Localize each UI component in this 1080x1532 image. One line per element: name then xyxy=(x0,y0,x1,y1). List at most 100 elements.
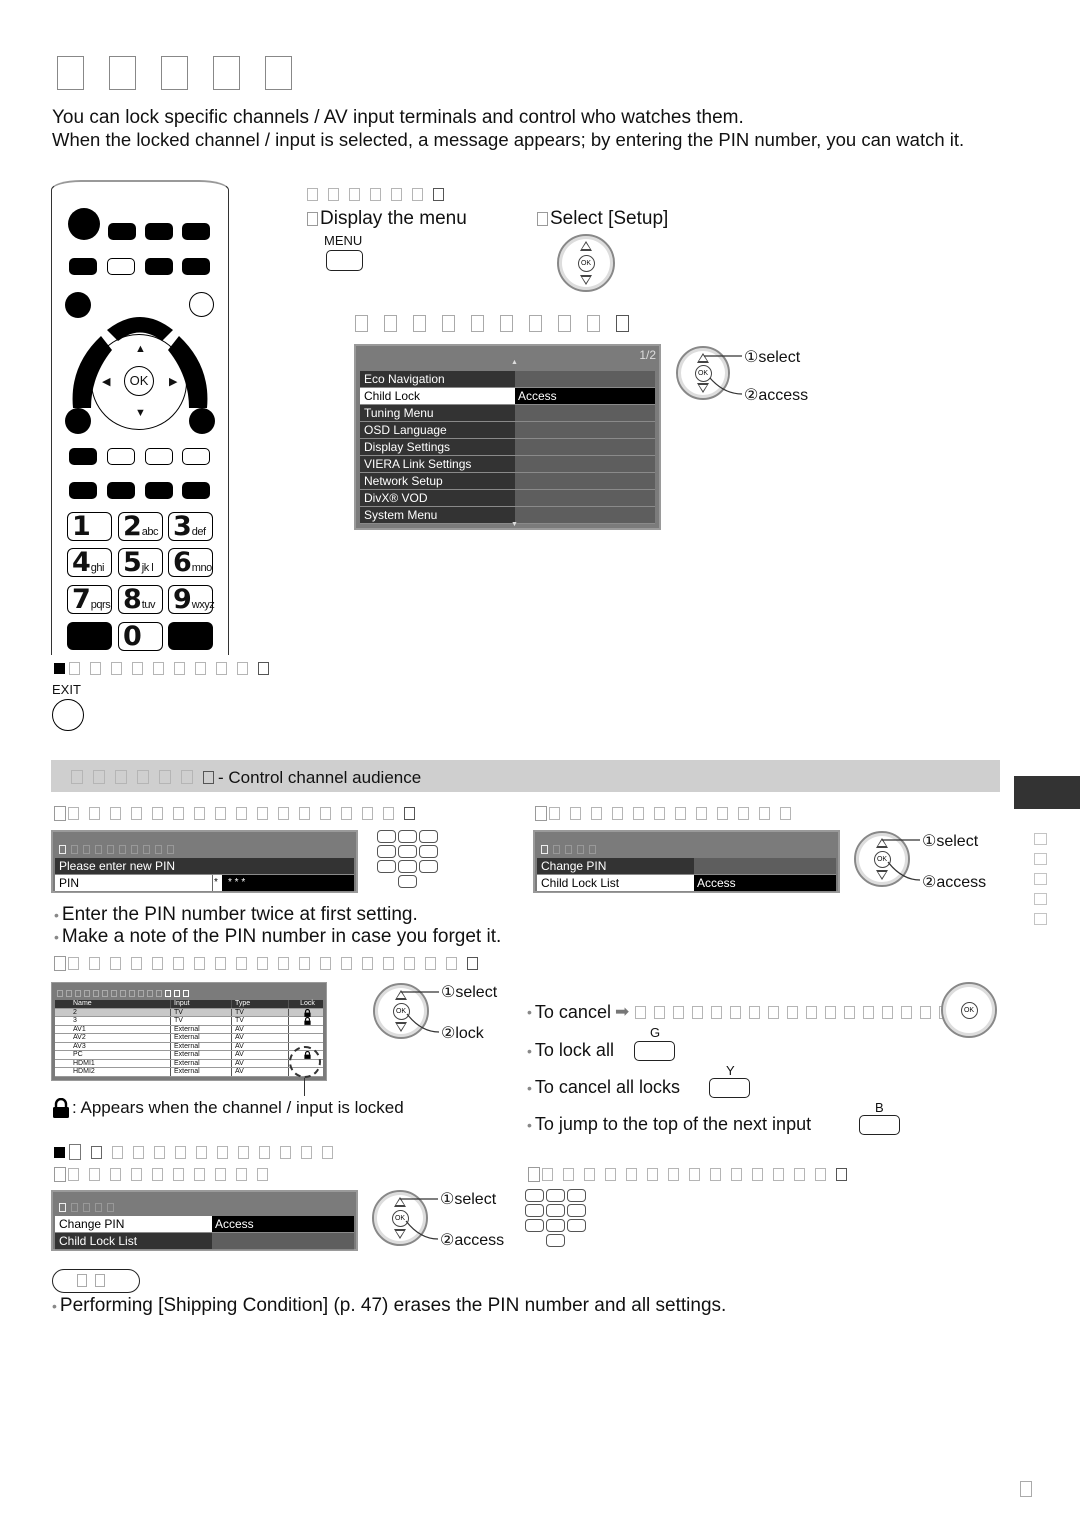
callout-access: ②access xyxy=(440,1232,505,1249)
menu-item-eco-navigation[interactable]: Eco Navigation xyxy=(360,371,655,388)
scroll-up-icon[interactable]: ▲ xyxy=(511,359,518,366)
blue-button-icon[interactable] xyxy=(859,1115,900,1135)
remote-key[interactable] xyxy=(182,223,210,240)
remote-key[interactable] xyxy=(108,223,136,240)
cell-type: TV xyxy=(231,1017,288,1025)
square-bullet-icon xyxy=(54,663,65,674)
remote-key[interactable] xyxy=(145,223,173,240)
number-key-2[interactable]: 2abc xyxy=(118,512,163,541)
padlock-icon[interactable] xyxy=(288,1008,323,1017)
pin-digits-remaining[interactable]: * * * xyxy=(222,875,354,891)
yellow-key[interactable] xyxy=(145,448,173,465)
cell-name: 3 xyxy=(73,1017,77,1024)
remote-key[interactable] xyxy=(182,258,210,275)
blue-key[interactable] xyxy=(182,448,210,465)
remote-key[interactable] xyxy=(182,482,210,499)
remote-key[interactable] xyxy=(145,482,173,499)
green-button-icon[interactable] xyxy=(634,1041,675,1061)
arrow-down-icon[interactable]: ▼ xyxy=(135,407,146,419)
lock-cell[interactable] xyxy=(288,1025,323,1033)
menu-item-divx-vod[interactable]: DivX® VOD xyxy=(360,490,655,507)
number-key-1[interactable]: 1 xyxy=(67,512,112,541)
remote-key[interactable] xyxy=(69,482,97,499)
menu-item-network-setup[interactable]: Network Setup xyxy=(360,473,655,490)
ok-wheel-icon[interactable]: OK xyxy=(941,982,997,1038)
green-key[interactable] xyxy=(107,448,135,465)
table-row[interactable]: 3 TV TV xyxy=(55,1016,323,1026)
cell-name: AV1 xyxy=(73,1025,86,1033)
remote-key[interactable] xyxy=(67,622,112,650)
scroll-down-icon[interactable]: ▼ xyxy=(511,521,518,528)
round-button[interactable] xyxy=(65,408,91,434)
remote-key[interactable] xyxy=(69,258,97,275)
dpad[interactable]: ▲ ▼ ◀ ▶ OK xyxy=(91,334,187,430)
child-lock-menu: Change PIN Child Lock List Access xyxy=(533,830,840,893)
pin-input-row[interactable]: PIN * * * * xyxy=(55,875,354,892)
red-key[interactable] xyxy=(69,448,97,465)
power-button[interactable] xyxy=(68,208,100,240)
cell-name: 2 xyxy=(73,1008,77,1016)
change-pin-step-1-heading xyxy=(54,1167,278,1182)
table-row[interactable]: AV3 External AV xyxy=(55,1042,323,1051)
note-pin-twice: • Enter the PIN number twice at first set… xyxy=(54,904,418,925)
table-header: Name Input Type Lock xyxy=(55,1000,323,1009)
menu-key[interactable] xyxy=(107,258,135,275)
yellow-button-icon[interactable] xyxy=(709,1078,750,1098)
lock-cell[interactable] xyxy=(288,1034,323,1042)
to-lock-all-line: • To lock all xyxy=(527,1040,614,1060)
menu-item-display-settings[interactable]: Display Settings xyxy=(360,439,655,456)
table-row[interactable]: HDMI2 External AV xyxy=(55,1068,323,1077)
to-jump-line: • To jump to the top of the next input xyxy=(527,1114,812,1134)
title-glyph xyxy=(57,56,84,90)
remote-key[interactable] xyxy=(145,258,173,275)
menu-item-viera-link-settings[interactable]: VIERA Link Settings xyxy=(360,456,655,473)
number-key-0[interactable]: 0 xyxy=(118,622,163,651)
callout-select: ①select xyxy=(922,833,979,850)
menu-button-icon[interactable] xyxy=(326,250,363,271)
table-row[interactable]: 2 TV TV xyxy=(55,1008,323,1017)
round-button[interactable] xyxy=(189,408,215,434)
green-key-label: G xyxy=(650,1025,661,1040)
sidebar-tab[interactable] xyxy=(1014,776,1080,809)
table-row[interactable]: AV2 External AV xyxy=(55,1034,323,1043)
cell-type: TV xyxy=(231,1008,288,1016)
remote-key[interactable] xyxy=(168,622,213,650)
number-key-8[interactable]: 8tuv xyxy=(118,585,163,614)
to-cancel-all-line: • To cancel all locks xyxy=(527,1077,680,1097)
number-key-6[interactable]: 6mno xyxy=(168,548,213,577)
number-key-4[interactable]: 4ghi xyxy=(67,548,112,577)
number-key-3[interactable]: 3def xyxy=(168,512,213,541)
menu-item-osd-language[interactable]: OSD Language xyxy=(360,422,655,439)
ok-button[interactable]: OK xyxy=(124,366,154,396)
arrow-right-icon[interactable]: ▶ xyxy=(169,375,177,388)
arrow-left-icon[interactable]: ◀ xyxy=(102,375,110,388)
ok-wheel-icon[interactable]: OK xyxy=(557,234,615,292)
menu-item-change-pin[interactable]: Change PIN xyxy=(537,858,836,875)
intro-line-2: When the locked channel / input is selec… xyxy=(52,129,965,150)
remote-key[interactable] xyxy=(107,482,135,499)
number-keys-icon xyxy=(377,830,438,888)
menu-item-tuning-menu[interactable]: Tuning Menu xyxy=(360,405,655,422)
padlock-icon[interactable] xyxy=(288,1016,323,1025)
exit-button-icon[interactable] xyxy=(52,699,84,731)
table-row[interactable]: AV1 External AV xyxy=(55,1025,323,1034)
menu-item-child-lock-list[interactable]: Child Lock List Access xyxy=(537,875,836,892)
menu-item-system-menu[interactable]: System Menu xyxy=(360,507,655,524)
table-row[interactable]: HDMI1 External AV xyxy=(55,1059,323,1068)
menu-item-child-lock-list[interactable]: Child Lock List xyxy=(55,1233,354,1250)
number-key-5[interactable]: 5jk l xyxy=(118,548,163,577)
table-row[interactable]: PC External AV xyxy=(55,1050,323,1060)
arrow-up-icon[interactable]: ▲ xyxy=(135,343,146,355)
number-key-7[interactable]: 7pqrs xyxy=(67,585,112,614)
cell-name: HDMI1 xyxy=(73,1059,95,1067)
page-title xyxy=(57,56,317,90)
setup-heading xyxy=(355,315,629,332)
callout-lock: ②lock xyxy=(441,1025,484,1042)
callout-lines xyxy=(401,991,440,1033)
menu-item-change-pin[interactable]: Change PIN Access xyxy=(55,1216,354,1233)
lock-legend: : Appears when the channel / input is lo… xyxy=(52,1098,404,1118)
pointer-line xyxy=(304,1078,306,1096)
cell-input: External xyxy=(170,1059,231,1067)
menu-item-child-lock[interactable]: Child Lock Access xyxy=(360,388,655,405)
number-key-9[interactable]: 9wxyz xyxy=(168,585,215,614)
